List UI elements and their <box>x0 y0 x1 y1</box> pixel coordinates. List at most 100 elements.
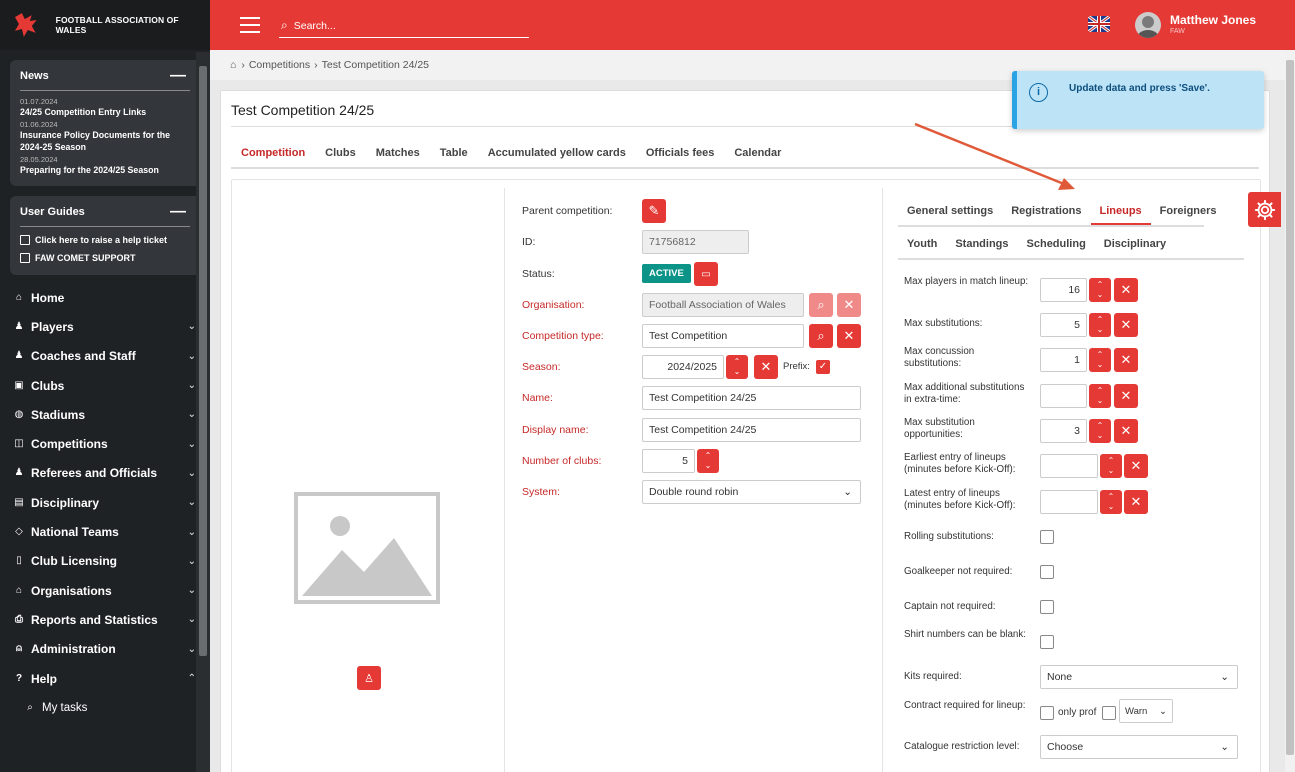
help-ticket-link[interactable]: Click here to raise a help ticket <box>20 233 190 247</box>
news-item[interactable]: 01.07.2024 24/25 Competition Entry Links <box>20 97 190 118</box>
news-item[interactable]: 28.05.2024 Preparing for the 2024/25 Seas… <box>20 155 190 176</box>
info-toast[interactable]: i Update data and press 'Save'. <box>1012 71 1264 129</box>
rolling-checkbox[interactable] <box>1040 530 1054 544</box>
nav-reports[interactable]: ⎙ Reports and Statistics ⌄ <box>0 605 210 634</box>
avatar[interactable] <box>1135 12 1161 38</box>
tab-disciplinary[interactable]: Disciplinary <box>1095 234 1175 258</box>
season-clear-button[interactable]: ✕ <box>754 355 778 379</box>
nav-competitions[interactable]: ◫ Competitions ⌄ <box>0 429 210 458</box>
earliest-field[interactable] <box>1040 454 1098 478</box>
nav-disciplinary[interactable]: ▤ Disciplinary ⌄ <box>0 488 210 517</box>
tab-yellow-cards[interactable]: Accumulated yellow cards <box>478 143 636 169</box>
breadcrumb-item[interactable]: Competitions <box>249 59 310 71</box>
news-title-link[interactable]: Insurance Policy Documents for the 2024-… <box>20 129 190 153</box>
tab-standings[interactable]: Standings <box>946 234 1017 258</box>
tab-matches[interactable]: Matches <box>366 143 430 169</box>
uk-flag-icon[interactable] <box>1088 16 1110 32</box>
gk-checkbox[interactable] <box>1040 565 1054 579</box>
warn-select[interactable]: Warn ⌄ <box>1119 699 1173 723</box>
max-opps-clear[interactable]: ✕ <box>1114 419 1138 443</box>
nav-administration[interactable]: ⍝ Administration ⌄ <box>0 635 210 664</box>
nav-home[interactable]: ⌂ Home <box>0 283 210 312</box>
tab-registrations[interactable]: Registrations <box>1002 201 1090 225</box>
max-subs-field[interactable]: 5 <box>1040 313 1087 337</box>
nav-referees[interactable]: ♟ Referees and Officials ⌄ <box>0 459 210 488</box>
nav-organisations[interactable]: ⌂ Organisations ⌄ <box>0 576 210 605</box>
max-subs-clear[interactable]: ✕ <box>1114 313 1138 337</box>
nav-national-teams[interactable]: ◇ National Teams ⌄ <box>0 517 210 546</box>
tab-calendar[interactable]: Calendar <box>724 143 791 169</box>
nav-my-tasks[interactable]: ⌕ My tasks <box>0 693 210 722</box>
nav-club-licensing[interactable]: ▯ Club Licensing ⌄ <box>0 547 210 576</box>
nav-players[interactable]: ♟ Players ⌄ <box>0 312 210 341</box>
tab-youth[interactable]: Youth <box>898 234 946 258</box>
collapse-guides-icon[interactable]: — <box>170 204 186 220</box>
max-additional-clear[interactable]: ✕ <box>1114 384 1138 408</box>
chevron-down-icon: ⌄ <box>843 486 852 498</box>
max-players-clear[interactable]: ✕ <box>1114 278 1138 302</box>
max-concussion-field[interactable]: 1 <box>1040 348 1087 372</box>
only-prof-checkbox[interactable] <box>1102 706 1116 720</box>
season-field[interactable]: 2024/2025 <box>642 355 724 379</box>
max-players-field[interactable]: 16 <box>1040 278 1087 302</box>
latest-clear[interactable]: ✕ <box>1124 490 1148 514</box>
tab-lineups[interactable]: Lineups <box>1090 201 1151 225</box>
settings-gear-button[interactable] <box>1248 192 1281 227</box>
max-additional-field[interactable] <box>1040 384 1087 408</box>
nav-clubs[interactable]: ▣ Clubs ⌄ <box>0 371 210 400</box>
contract-checkbox[interactable] <box>1040 706 1054 720</box>
kits-select[interactable]: None ⌄ <box>1040 665 1238 689</box>
max-subs-stepper[interactable]: ⌃ ⌄ <box>1089 313 1111 337</box>
org-search-button[interactable]: ⌕ <box>809 293 833 317</box>
max-opps-stepper[interactable]: ⌃ ⌄ <box>1089 419 1111 443</box>
earliest-stepper[interactable]: ⌃ ⌄ <box>1100 454 1122 478</box>
support-link[interactable]: FAW COMET SUPPORT <box>20 251 190 265</box>
max-concussion-stepper[interactable]: ⌃ ⌄ <box>1089 348 1111 372</box>
faw-logo[interactable]: FOOTBALL ASSOCIATION OF WALES <box>0 0 210 50</box>
tab-table[interactable]: Table <box>430 143 478 169</box>
clubs-count-stepper[interactable]: ⌃ ⌄ <box>697 449 719 473</box>
shirt-checkbox[interactable] <box>1040 635 1054 649</box>
user-name[interactable]: Matthew Jones <box>1170 13 1256 27</box>
earliest-clear[interactable]: ✕ <box>1124 454 1148 478</box>
home-icon[interactable]: ⌂ <box>230 59 236 71</box>
status-calendar-button[interactable]: ▭ <box>694 262 718 286</box>
captain-checkbox[interactable] <box>1040 600 1054 614</box>
tab-scheduling[interactable]: Scheduling <box>1018 234 1095 258</box>
name-field[interactable]: Test Competition 24/25 <box>642 386 861 410</box>
page-scroll-thumb[interactable] <box>1286 60 1294 755</box>
news-title-link[interactable]: Preparing for the 2024/25 Season <box>20 164 190 176</box>
tab-clubs[interactable]: Clubs <box>315 143 366 169</box>
nav-stadiums[interactable]: ◍ Stadiums ⌄ <box>0 400 210 429</box>
menu-icon[interactable] <box>240 17 260 33</box>
max-additional-stepper[interactable]: ⌃ ⌄ <box>1089 384 1111 408</box>
latest-stepper[interactable]: ⌃ ⌄ <box>1100 490 1122 514</box>
season-stepper[interactable]: ⌃ ⌄ <box>726 355 748 379</box>
max-players-stepper[interactable]: ⌃ ⌄ <box>1089 278 1111 302</box>
system-select[interactable]: Double round robin ⌄ <box>642 480 861 504</box>
tab-competition[interactable]: Competition <box>231 143 316 169</box>
collapse-news-icon[interactable]: — <box>170 68 186 84</box>
max-opps-field[interactable]: 3 <box>1040 419 1087 443</box>
news-item[interactable]: 01.06.2024 Insurance Policy Documents for… <box>20 120 190 153</box>
display-name-field[interactable]: Test Competition 24/25 <box>642 418 861 442</box>
tab-foreigners[interactable]: Foreigners <box>1151 201 1226 225</box>
edit-parent-button[interactable]: ✎ <box>642 199 666 223</box>
type-search-button[interactable]: ⌕ <box>809 324 833 348</box>
nav-help[interactable]: ? Help ⌃ <box>0 664 210 693</box>
org-clear-button[interactable]: ✕ <box>837 293 861 317</box>
catalogue-select[interactable]: Choose ⌄ <box>1040 735 1238 759</box>
clubs-count-field[interactable]: 5 <box>642 449 695 473</box>
prefix-checkbox[interactable]: ✓ <box>816 360 830 374</box>
max-concussion-clear[interactable]: ✕ <box>1114 348 1138 372</box>
tab-officials-fees[interactable]: Officials fees <box>636 143 724 169</box>
sidebar-scroll-thumb[interactable] <box>199 66 207 656</box>
type-clear-button[interactable]: ✕ <box>837 324 861 348</box>
search-input[interactable]: ⌕ Search... <box>279 14 529 38</box>
latest-field[interactable] <box>1040 490 1098 514</box>
upload-logo-button[interactable]: ♙ <box>357 666 381 690</box>
type-field[interactable]: Test Competition <box>642 324 804 348</box>
news-title-link[interactable]: 24/25 Competition Entry Links <box>20 106 190 118</box>
nav-coaches[interactable]: ♟ Coaches and Staff ⌄ <box>0 342 210 371</box>
tab-general-settings[interactable]: General settings <box>898 201 1002 225</box>
